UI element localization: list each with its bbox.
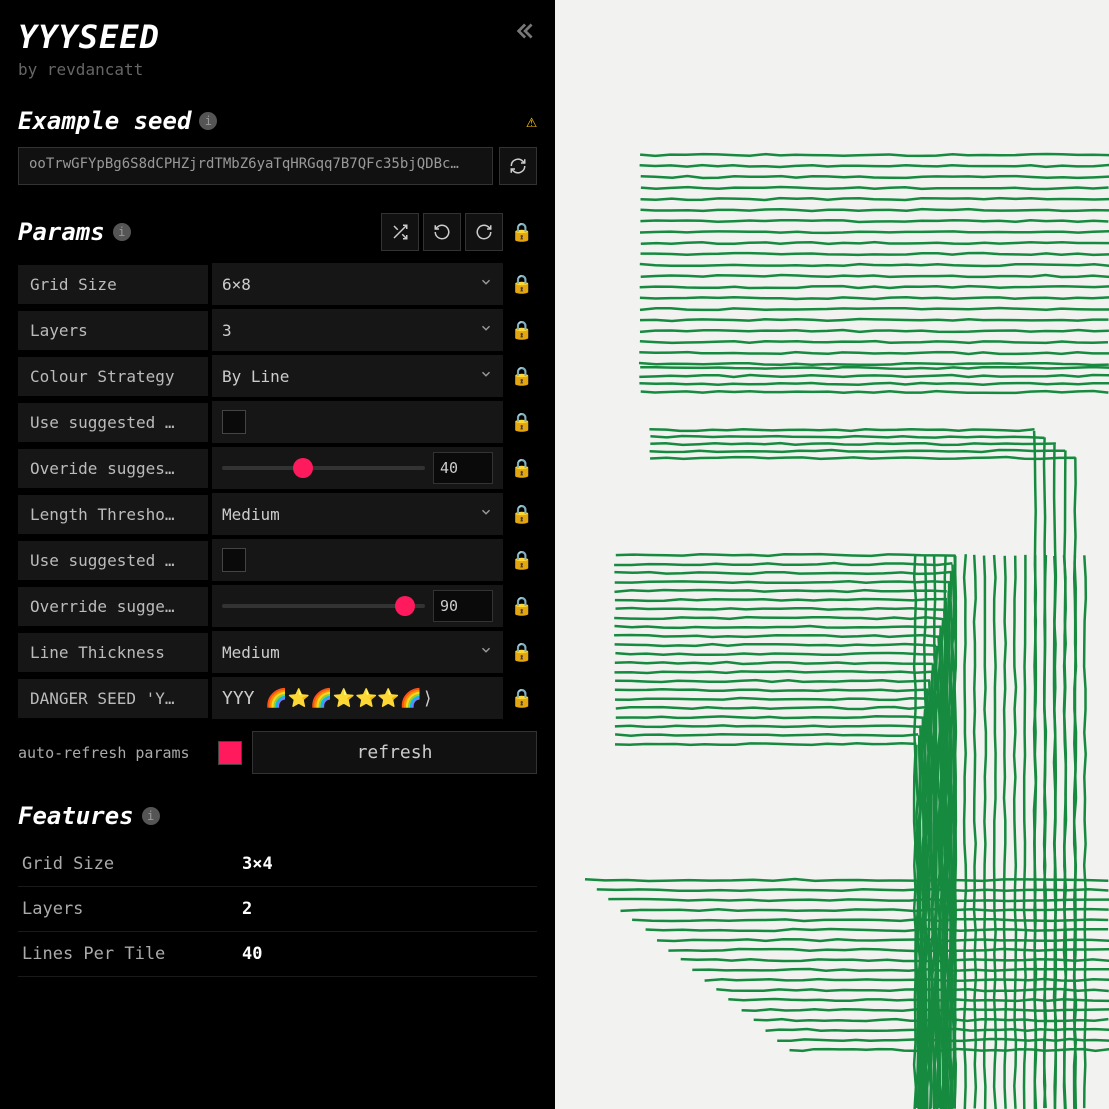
features-section-title: Features i xyxy=(18,802,160,830)
param-label: Colour Strategy xyxy=(18,357,208,396)
params-section-title: Params i xyxy=(18,218,131,246)
param-control[interactable]: 6×8 xyxy=(212,263,503,305)
param-control[interactable] xyxy=(212,447,503,489)
info-icon[interactable]: i xyxy=(113,223,131,241)
param-control[interactable] xyxy=(212,585,503,627)
lock-icon[interactable]: 🔒 xyxy=(507,366,537,387)
lock-icon[interactable]: 🔒 xyxy=(507,596,537,617)
collapse-panel-icon[interactable] xyxy=(511,18,537,51)
slider[interactable] xyxy=(222,604,425,608)
param-control[interactable]: Medium xyxy=(212,631,503,673)
feature-value: 2 xyxy=(242,899,252,919)
slider-thumb[interactable] xyxy=(395,596,415,616)
param-label: Layers xyxy=(18,311,208,350)
param-label: DANGER SEED 'Y… xyxy=(18,679,208,718)
param-label: Line Thickness xyxy=(18,633,208,672)
param-label: Use suggested … xyxy=(18,541,208,580)
select-value: 6×8 xyxy=(222,275,251,294)
author-line: by revdancatt xyxy=(18,60,160,79)
select-value: Medium xyxy=(222,505,280,524)
chevron-down-icon xyxy=(479,367,493,385)
feature-label: Layers xyxy=(22,899,242,919)
feature-row: Lines Per Tile40 xyxy=(18,932,537,977)
lock-icon[interactable]: 🔒 xyxy=(507,458,537,479)
slider-value-input[interactable] xyxy=(433,452,493,484)
feature-value: 40 xyxy=(242,944,262,964)
param-label: Override sugge… xyxy=(18,587,208,626)
redo-button[interactable] xyxy=(465,213,503,251)
param-control[interactable]: Medium xyxy=(212,493,503,535)
slider-thumb[interactable] xyxy=(293,458,313,478)
feature-value: 3×4 xyxy=(242,854,273,874)
undo-button[interactable] xyxy=(423,213,461,251)
feature-label: Grid Size xyxy=(22,854,242,874)
param-control[interactable]: By Line xyxy=(212,355,503,397)
checkbox[interactable] xyxy=(222,548,246,572)
chevron-down-icon xyxy=(479,505,493,523)
info-icon[interactable]: i xyxy=(142,807,160,825)
select-value: Medium xyxy=(222,643,280,662)
lock-icon[interactable]: 🔒 xyxy=(507,320,537,341)
app-title: YYYSEED xyxy=(18,18,160,56)
text-input[interactable]: YYY 🌈⭐🌈⭐⭐⭐🌈⟩ xyxy=(222,688,493,709)
param-label: Grid Size xyxy=(18,265,208,304)
seed-section-title: Example seed i xyxy=(18,107,217,135)
param-control[interactable] xyxy=(212,401,503,443)
lock-all-icon[interactable]: 🔒 xyxy=(507,222,537,243)
slider-value-input[interactable] xyxy=(433,590,493,622)
shuffle-button[interactable] xyxy=(381,213,419,251)
lock-icon[interactable]: 🔒 xyxy=(507,642,537,663)
param-control[interactable]: 3 xyxy=(212,309,503,351)
chevron-down-icon xyxy=(479,643,493,661)
regenerate-seed-button[interactable] xyxy=(499,147,537,185)
refresh-button[interactable]: refresh xyxy=(252,731,537,774)
param-control[interactable] xyxy=(212,539,503,581)
info-icon[interactable]: i xyxy=(199,112,217,130)
param-label: Length Thresho… xyxy=(18,495,208,534)
seed-input[interactable]: ooTrwGFYpBg6S8dCPHZjrdTMbZ6yaTqHRGqq7B7Q… xyxy=(18,147,493,185)
select-value: By Line xyxy=(222,367,289,386)
lock-icon[interactable]: 🔒 xyxy=(507,550,537,571)
param-control[interactable]: YYY 🌈⭐🌈⭐⭐⭐🌈⟩ xyxy=(212,677,503,719)
lock-icon[interactable]: 🔒 xyxy=(507,412,537,433)
lock-icon[interactable]: 🔒 xyxy=(507,274,537,295)
controls-panel: YYYSEED by revdancatt Example seed i ⚠ o… xyxy=(0,0,555,1109)
feature-row: Grid Size3×4 xyxy=(18,842,537,887)
checkbox[interactable] xyxy=(222,410,246,434)
auto-refresh-label: auto-refresh params xyxy=(18,744,208,762)
param-label: Overide sugges… xyxy=(18,449,208,488)
lock-icon[interactable]: 🔒 xyxy=(507,504,537,525)
param-label: Use suggested … xyxy=(18,403,208,442)
feature-label: Lines Per Tile xyxy=(22,944,242,964)
artwork-canvas xyxy=(555,0,1109,1109)
chevron-down-icon xyxy=(479,321,493,339)
auto-refresh-checkbox[interactable] xyxy=(218,741,242,765)
select-value: 3 xyxy=(222,321,232,340)
slider[interactable] xyxy=(222,466,425,470)
feature-row: Layers2 xyxy=(18,887,537,932)
warning-icon: ⚠ xyxy=(526,111,537,132)
lock-icon[interactable]: 🔒 xyxy=(507,688,537,709)
chevron-down-icon xyxy=(479,275,493,293)
